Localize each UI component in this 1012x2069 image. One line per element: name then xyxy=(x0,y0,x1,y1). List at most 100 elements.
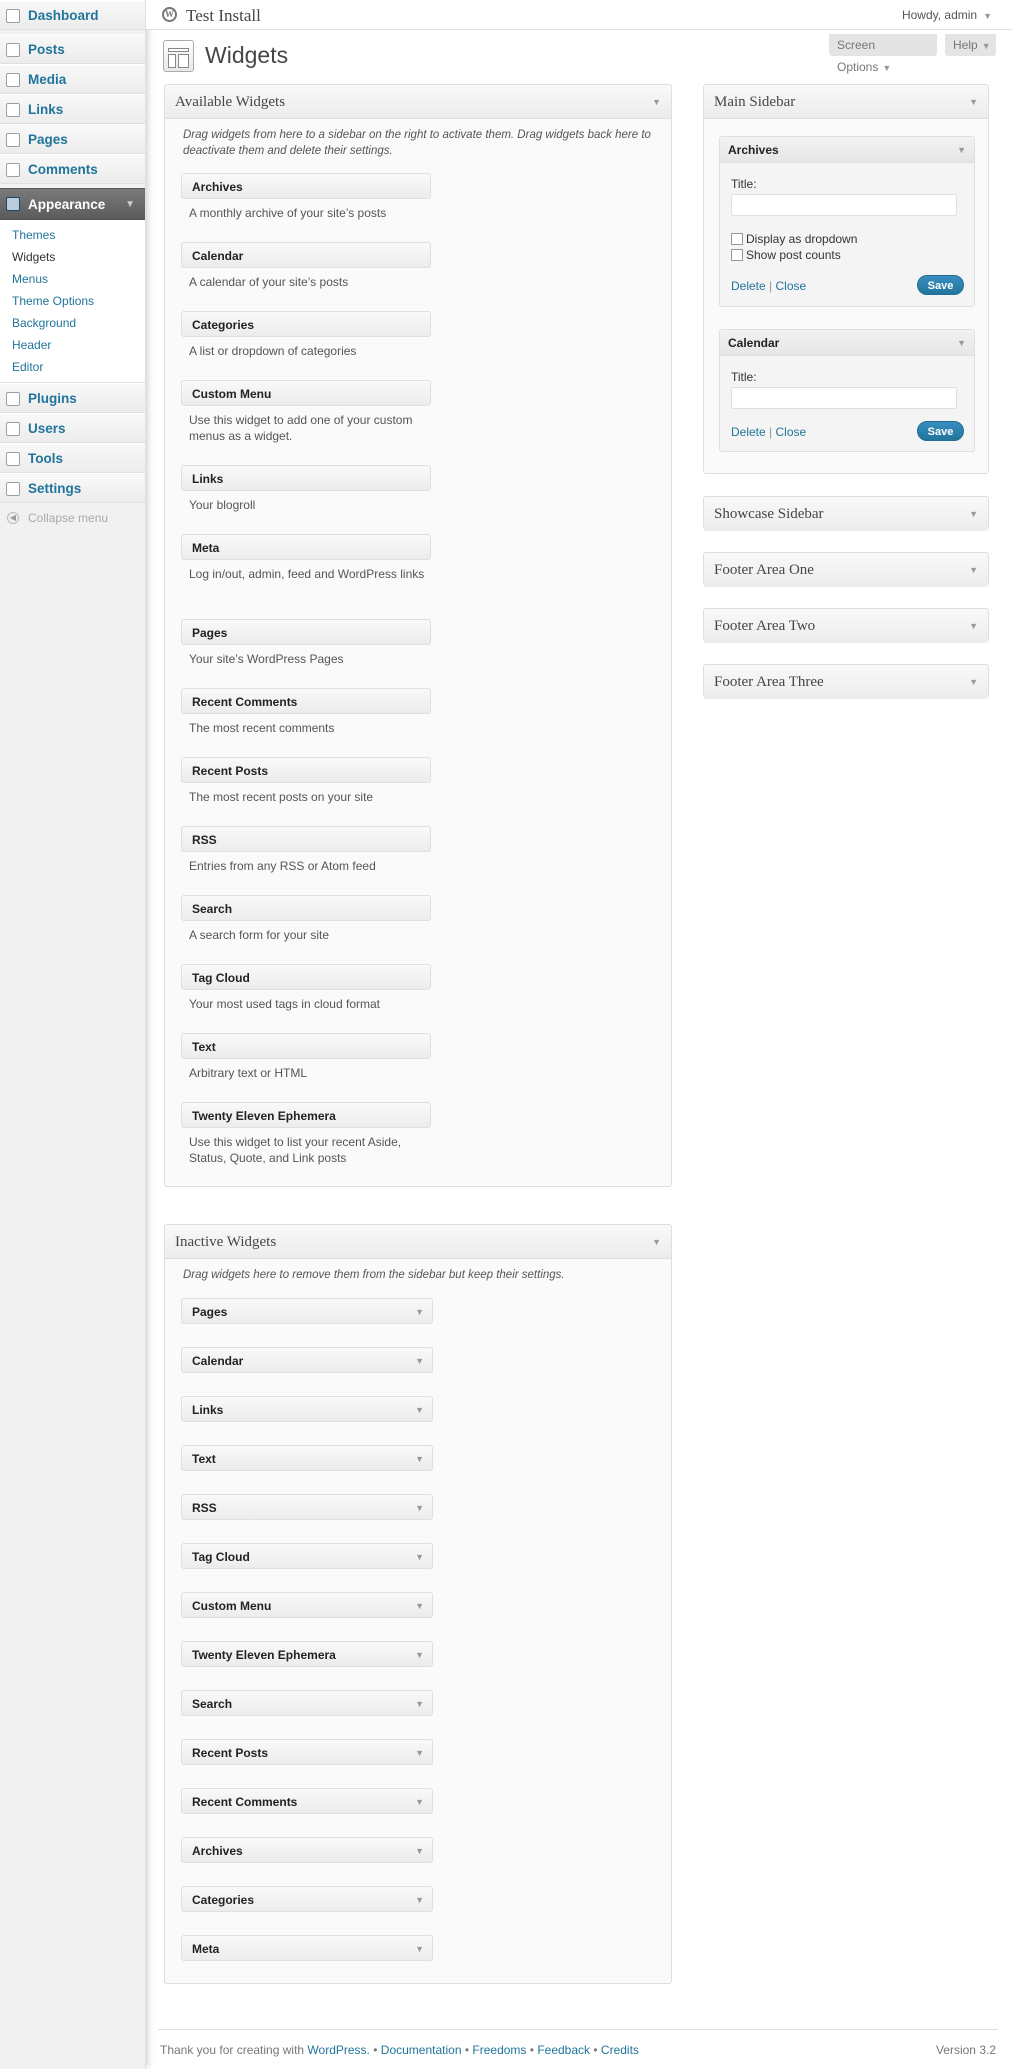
toggle-arrow-icon[interactable]: ▼ xyxy=(652,85,661,119)
inactive-widgets-header[interactable]: Inactive Widgets ▼ xyxy=(165,1225,671,1259)
archives-title-input[interactable] xyxy=(731,194,957,216)
feedback-link[interactable]: Feedback xyxy=(537,2043,590,2057)
submenu-themes[interactable]: Themes xyxy=(0,224,145,246)
chevron-down-icon[interactable]: ▼ xyxy=(415,1887,424,1913)
available-widget-categories[interactable]: Categories xyxy=(181,311,431,337)
toggle-arrow-icon[interactable]: ▼ xyxy=(969,553,978,587)
chevron-down-icon[interactable]: ▼ xyxy=(415,1642,424,1668)
menu-dashboard[interactable]: Dashboard xyxy=(0,0,145,30)
inactive-widget-twenty-eleven-ephemera[interactable]: Twenty Eleven Ephemera ▼ xyxy=(181,1641,433,1667)
calendar-save-button[interactable]: Save xyxy=(917,421,964,441)
delete-link[interactable]: Delete xyxy=(731,425,766,439)
menu-posts[interactable]: Posts xyxy=(0,34,145,64)
available-widget-links[interactable]: Links xyxy=(181,465,431,491)
inactive-widget-rss[interactable]: RSS ▼ xyxy=(181,1494,433,1520)
archives-save-button[interactable]: Save xyxy=(917,275,964,295)
chevron-down-icon[interactable]: ▼ xyxy=(415,1299,424,1325)
chevron-down-icon[interactable]: ▼ xyxy=(957,330,966,356)
inactive-widget-calendar[interactable]: Calendar ▼ xyxy=(181,1347,433,1373)
menu-users[interactable]: Users xyxy=(0,413,145,443)
inactive-widget-links[interactable]: Links ▼ xyxy=(181,1396,433,1422)
chevron-down-icon[interactable]: ▼ xyxy=(415,1789,424,1815)
inactive-widget-text[interactable]: Text ▼ xyxy=(181,1445,433,1471)
toggle-arrow-icon[interactable]: ▼ xyxy=(969,497,978,531)
delete-link[interactable]: Delete xyxy=(731,279,766,293)
footer-area-two-header[interactable]: Footer Area Two ▼ xyxy=(704,609,988,643)
available-widget-search[interactable]: Search xyxy=(181,895,431,921)
menu-pages[interactable]: Pages xyxy=(0,124,145,154)
chevron-down-icon[interactable]: ▼ xyxy=(415,1593,424,1619)
available-widget-recent-comments[interactable]: Recent Comments xyxy=(181,688,431,714)
chevron-down-icon[interactable]: ▼ xyxy=(957,137,966,163)
available-widget-meta[interactable]: Meta xyxy=(181,534,431,560)
inactive-widget-recent-comments[interactable]: Recent Comments ▼ xyxy=(181,1788,433,1814)
inactive-widget-archives[interactable]: Archives ▼ xyxy=(181,1837,433,1863)
menu-comments[interactable]: Comments xyxy=(0,154,145,184)
credits-link[interactable]: Credits xyxy=(601,2043,639,2057)
chevron-down-icon[interactable]: ▼ xyxy=(415,1544,424,1570)
available-widgets-header[interactable]: Available Widgets ▼ xyxy=(165,85,671,119)
menu-tools[interactable]: Tools xyxy=(0,443,145,473)
available-widget-rss[interactable]: RSS xyxy=(181,826,431,852)
available-widget-tag-cloud[interactable]: Tag Cloud xyxy=(181,964,431,990)
inactive-widget-search[interactable]: Search ▼ xyxy=(181,1690,433,1716)
available-widget-twenty-eleven-ephemera[interactable]: Twenty Eleven Ephemera xyxy=(181,1102,431,1128)
submenu-background[interactable]: Background xyxy=(0,312,145,334)
toggle-arrow-icon[interactable]: ▼ xyxy=(969,609,978,643)
chevron-down-icon[interactable]: ▼ xyxy=(415,1495,424,1521)
inactive-widget-categories[interactable]: Categories ▼ xyxy=(181,1886,433,1912)
menu-appearance[interactable]: Appearance ▼ xyxy=(0,188,145,220)
menu-settings[interactable]: Settings xyxy=(0,473,145,503)
inactive-widget-recent-posts[interactable]: Recent Posts ▼ xyxy=(181,1739,433,1765)
chevron-down-icon[interactable]: ▼ xyxy=(415,1691,424,1717)
submenu-widgets[interactable]: Widgets xyxy=(0,246,145,268)
documentation-link[interactable]: Documentation xyxy=(381,2043,462,2057)
chevron-down-icon[interactable]: ▼ xyxy=(415,1446,424,1472)
user-menu[interactable]: Howdy, admin ▼ xyxy=(902,8,992,22)
chevron-down-icon[interactable]: ▼ xyxy=(415,1740,424,1766)
menu-links[interactable]: Links xyxy=(0,94,145,124)
menu-plugins[interactable]: Plugins xyxy=(0,383,145,413)
show-post-counts-checkbox[interactable]: Show post counts xyxy=(731,247,841,263)
showcase-sidebar-header[interactable]: Showcase Sidebar ▼ xyxy=(704,497,988,531)
close-link[interactable]: Close xyxy=(776,425,807,439)
submenu-editor[interactable]: Editor xyxy=(0,356,145,378)
help-button[interactable]: Help ▼ xyxy=(945,34,996,56)
available-widget-archives[interactable]: Archives xyxy=(181,173,431,199)
toggle-arrow-icon[interactable]: ▼ xyxy=(652,1225,661,1259)
close-link[interactable]: Close xyxy=(776,279,807,293)
footer-area-three-header[interactable]: Footer Area Three ▼ xyxy=(704,665,988,699)
main-sidebar-header[interactable]: Main Sidebar ▼ xyxy=(704,85,988,119)
chevron-down-icon[interactable]: ▼ xyxy=(415,1348,424,1374)
chevron-down-icon[interactable]: ▼ xyxy=(415,1838,424,1864)
chevron-down-icon[interactable]: ▼ xyxy=(415,1397,424,1423)
calendar-title-input[interactable] xyxy=(731,387,957,409)
toggle-arrow-icon[interactable]: ▼ xyxy=(969,85,978,119)
inactive-widget-tag-cloud[interactable]: Tag Cloud ▼ xyxy=(181,1543,433,1569)
calendar-widget-header[interactable]: Calendar ▼ xyxy=(720,330,974,356)
inactive-widget-meta[interactable]: Meta ▼ xyxy=(181,1935,433,1961)
available-widget-pages[interactable]: Pages xyxy=(181,619,431,645)
site-title[interactable]: Test Install xyxy=(186,6,261,26)
checkbox-icon[interactable] xyxy=(731,249,743,261)
submenu-theme-options[interactable]: Theme Options xyxy=(0,290,145,312)
submenu-menus[interactable]: Menus xyxy=(0,268,145,290)
available-widget-custom-menu[interactable]: Custom Menu xyxy=(181,380,431,406)
available-widget-text[interactable]: Text xyxy=(181,1033,431,1059)
menu-media[interactable]: Media xyxy=(0,64,145,94)
inactive-widget-pages[interactable]: Pages ▼ xyxy=(181,1298,433,1324)
display-as-dropdown-checkbox[interactable]: Display as dropdown xyxy=(731,231,857,247)
freedoms-link[interactable]: Freedoms xyxy=(472,2043,526,2057)
screen-options-button[interactable]: Screen Options ▼ xyxy=(829,34,937,74)
archives-widget-header[interactable]: Archives ▼ xyxy=(720,137,974,163)
footer-area-one-header[interactable]: Footer Area One ▼ xyxy=(704,553,988,587)
collapse-menu[interactable]: ◀ Collapse menu xyxy=(0,503,145,533)
toggle-arrow-icon[interactable]: ▼ xyxy=(969,665,978,699)
inactive-widget-custom-menu[interactable]: Custom Menu ▼ xyxy=(181,1592,433,1618)
checkbox-icon[interactable] xyxy=(731,233,743,245)
chevron-down-icon[interactable]: ▼ xyxy=(415,1936,424,1962)
submenu-header[interactable]: Header xyxy=(0,334,145,356)
available-widget-calendar[interactable]: Calendar xyxy=(181,242,431,268)
wordpress-link[interactable]: WordPress. xyxy=(307,2043,369,2057)
available-widget-recent-posts[interactable]: Recent Posts xyxy=(181,757,431,783)
